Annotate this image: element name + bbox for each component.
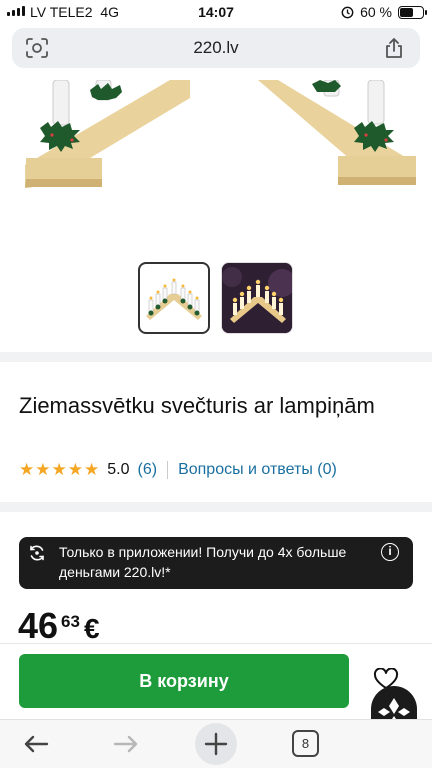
- status-bar: LV TELE2 4G 14:07 60 %: [0, 0, 432, 24]
- star-icon: ★: [19, 460, 35, 479]
- back-icon[interactable]: [20, 728, 52, 760]
- rating-score: 5.0: [107, 461, 130, 478]
- thumbnail-2[interactable]: [221, 262, 293, 334]
- battery-percent: 60 %: [360, 4, 392, 20]
- add-to-cart-button[interactable]: В корзину: [19, 654, 349, 708]
- section-divider: [0, 352, 432, 362]
- promo-text: Только в приложении! Получи до 4х больше…: [59, 544, 347, 580]
- tabs-icon[interactable]: 8: [292, 730, 319, 757]
- forward-icon[interactable]: [110, 728, 142, 760]
- new-tab-button[interactable]: [195, 723, 237, 765]
- gift-refresh-icon: [30, 545, 44, 561]
- qa-link[interactable]: Вопросы и ответы (0): [178, 461, 337, 479]
- alarm-icon: [341, 6, 354, 18]
- plus-icon: [204, 732, 228, 756]
- share-icon[interactable]: [384, 37, 404, 59]
- browser-toolbar: 8: [0, 719, 432, 768]
- price-integer: 46: [18, 605, 59, 646]
- reviews-count-link[interactable]: (6): [138, 461, 158, 479]
- star-icon: ★: [84, 460, 100, 479]
- thumbnail-strip: [0, 262, 432, 334]
- star-icon: ★: [35, 460, 51, 479]
- section-divider: [0, 502, 432, 512]
- price-currency: €: [83, 613, 100, 644]
- tabs-count: 8: [301, 736, 310, 751]
- product-title: Ziemassvētku svečturis ar lampiņām: [19, 393, 375, 418]
- product-main-image[interactable]: [0, 80, 432, 245]
- rating-row: ★ ★ ★ ★ ★ 5.0 (6) Вопросы и ответы (0): [19, 460, 337, 480]
- star-icon: ★: [67, 460, 83, 479]
- app-promo-banner[interactable]: Только в приложении! Получи до 4х больше…: [19, 537, 413, 589]
- url-text[interactable]: 220.lv: [12, 38, 420, 58]
- info-icon[interactable]: i: [381, 543, 399, 561]
- separator: [167, 461, 169, 479]
- thumbnail-1[interactable]: [138, 262, 210, 334]
- star-icon: ★: [51, 460, 67, 479]
- price-decimal: 63: [61, 612, 80, 631]
- price: 46 63 €: [18, 604, 100, 648]
- battery-icon: [398, 5, 427, 19]
- address-bar[interactable]: 220.lv: [12, 28, 420, 68]
- star-rating: ★ ★ ★ ★ ★: [19, 460, 99, 480]
